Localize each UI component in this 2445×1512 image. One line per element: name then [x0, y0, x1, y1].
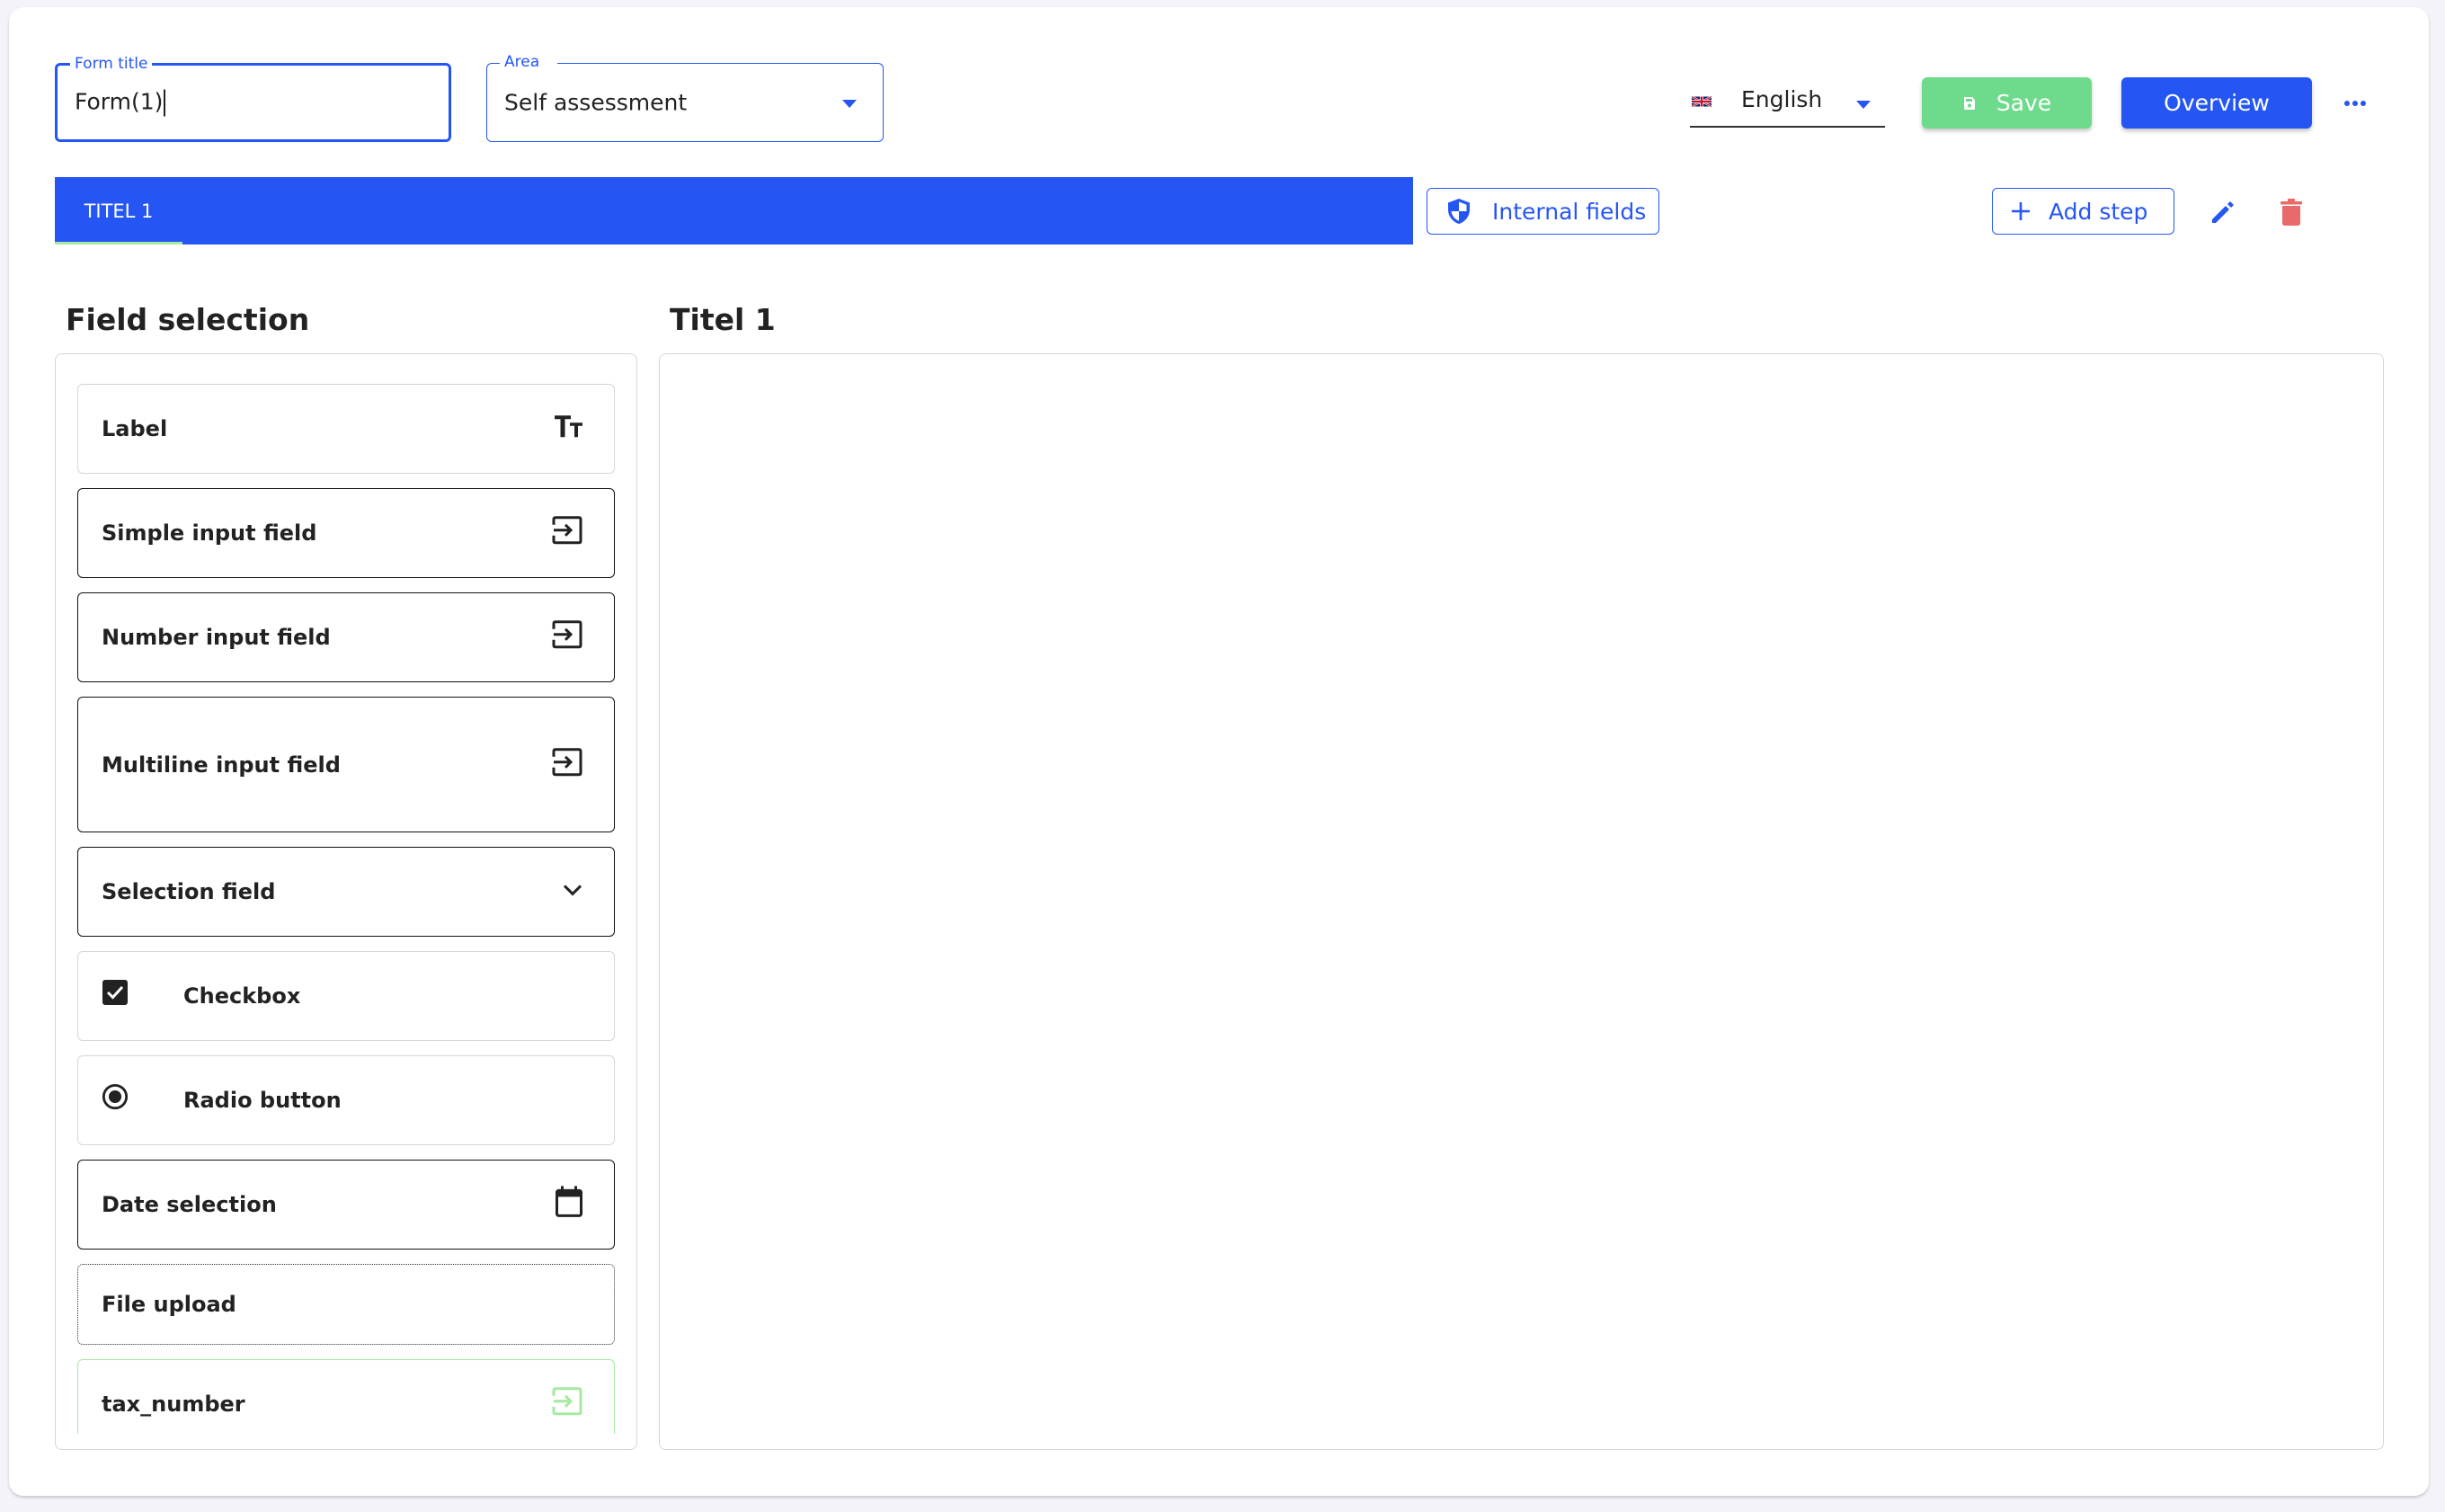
field-item-file-upload[interactable]: File upload — [77, 1264, 615, 1345]
internal-fields-button[interactable]: Internal fields — [1427, 188, 1659, 235]
add-step-button[interactable]: Add step — [1992, 188, 2174, 235]
field-item-tax-number[interactable]: tax_number — [77, 1359, 615, 1434]
text-cursor — [164, 89, 165, 117]
overview-button[interactable]: Overview — [2121, 77, 2312, 129]
tab-titel-1[interactable]: TITEL 1 — [55, 177, 182, 245]
checkbox-checked-icon — [102, 979, 129, 1006]
step-title-heading: Titel 1 — [670, 302, 776, 337]
area-label: Area — [500, 51, 558, 73]
field-item-label-text: Selection field — [102, 879, 276, 904]
step-tabs: TITEL 1 — [55, 177, 1413, 245]
field-selection-heading: Field selection — [66, 302, 310, 337]
field-item-simple-input[interactable]: Simple input field — [77, 488, 615, 578]
field-item-selection[interactable]: Selection field — [77, 847, 615, 937]
shield-icon — [1448, 199, 1470, 224]
delete-step-icon — [2281, 199, 2302, 226]
area-select[interactable]: Area Self assessment — [486, 51, 884, 142]
trash-icon[interactable] — [2275, 196, 2307, 228]
tab-label: TITEL 1 — [84, 200, 154, 222]
field-item-label-text: Multiline input field — [102, 752, 341, 778]
language-select[interactable]: English — [1690, 77, 1885, 128]
input-icon — [551, 620, 583, 649]
overview-label: Overview — [2164, 90, 2270, 116]
chevron-down-icon — [562, 883, 583, 897]
dot — [2344, 101, 2350, 106]
field-item-label-text: Number input field — [102, 625, 331, 650]
field-item-multiline-input[interactable]: Multiline input field — [77, 697, 615, 832]
field-item-label-text: Date selection — [102, 1192, 277, 1217]
field-item-label-text: File upload — [102, 1292, 236, 1317]
dropdown-arrow-icon — [842, 100, 857, 108]
form-title-input[interactable]: Form(1) — [75, 89, 165, 117]
dot — [2361, 101, 2366, 106]
dot — [2352, 101, 2358, 106]
plus-icon — [2012, 202, 2030, 220]
field-item-label[interactable]: Label — [77, 384, 615, 474]
field-item-checkbox[interactable]: Checkbox — [77, 951, 615, 1041]
internal-fields-label: Internal fields — [1492, 198, 1647, 225]
save-label: Save — [1996, 90, 2052, 116]
field-item-label-text: Simple input field — [102, 520, 317, 546]
field-item-label-text: Label — [102, 416, 168, 441]
area-value: Self assessment — [504, 89, 688, 116]
form-title-value: Form(1) — [75, 88, 164, 115]
radio-checked-icon — [102, 1083, 129, 1110]
active-tab-indicator — [55, 242, 182, 245]
add-step-label: Add step — [2049, 198, 2148, 225]
field-item-label-text: tax_number — [102, 1392, 245, 1417]
save-icon — [1963, 96, 1975, 110]
field-item-number-input[interactable]: Number input field — [77, 592, 615, 682]
dropdown-arrow-icon — [1856, 101, 1871, 109]
text-size-icon — [553, 414, 583, 439]
form-title-label: Form title — [70, 53, 153, 75]
input-icon — [551, 1387, 583, 1416]
uk-flag-icon — [1692, 95, 1712, 108]
field-item-radio[interactable]: Radio button — [77, 1055, 615, 1145]
input-icon — [551, 747, 583, 776]
pencil-icon[interactable] — [2207, 196, 2239, 228]
field-item-label-text: Radio button — [183, 1088, 342, 1113]
save-button[interactable]: Save — [1922, 77, 2092, 129]
field-item-date[interactable]: Date selection — [77, 1160, 615, 1250]
edit-step-icon — [2212, 201, 2234, 223]
input-icon — [551, 516, 583, 545]
field-list[interactable]: Label Simple input field Number input fi… — [77, 384, 617, 1434]
form-title-field[interactable]: Form title Form(1) — [55, 53, 451, 142]
calendar-icon — [555, 1185, 583, 1217]
field-item-label-text: Checkbox — [183, 983, 301, 1009]
step-canvas-dropzone[interactable] — [659, 353, 2384, 1450]
field-selection-panel: Label Simple input field Number input fi… — [55, 353, 637, 1450]
language-value: English — [1741, 86, 1823, 112]
more-options-icon[interactable] — [2339, 90, 2371, 117]
